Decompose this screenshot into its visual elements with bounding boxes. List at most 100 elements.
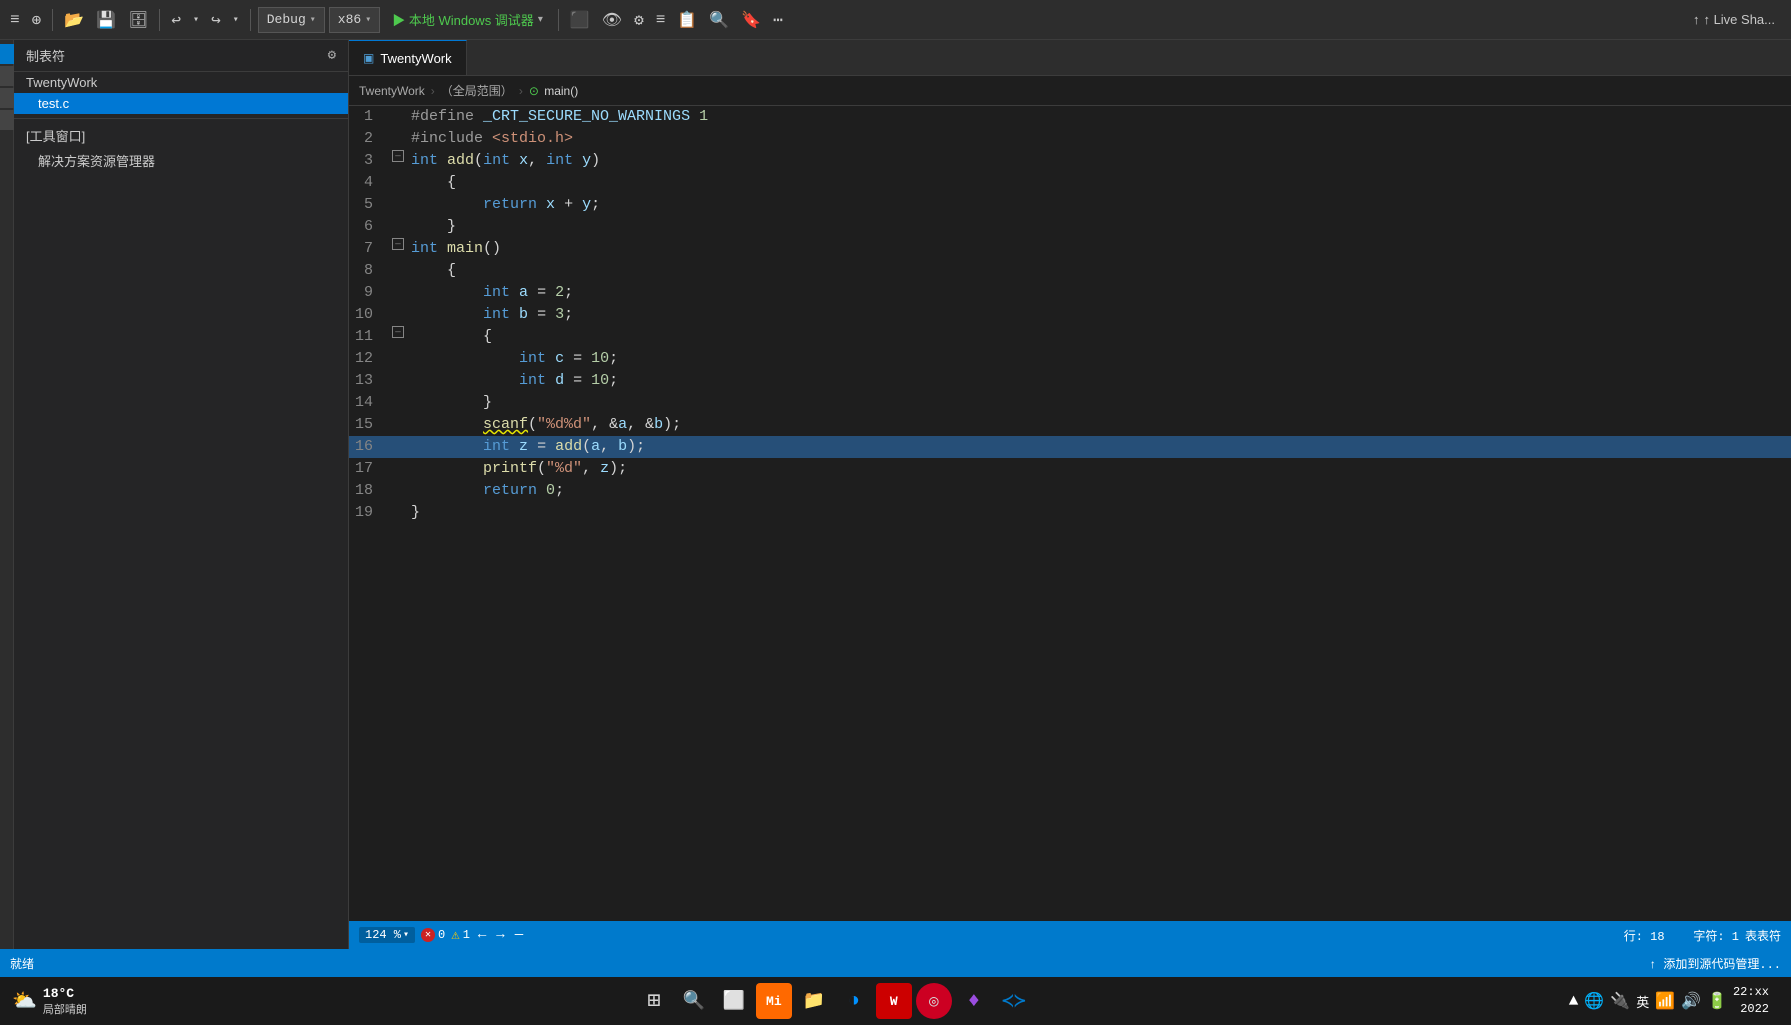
line-gutter-3[interactable]: — — [389, 150, 407, 162]
code-line-8[interactable]: 8 { — [349, 260, 1791, 282]
activity-icon-1[interactable] — [0, 44, 14, 64]
code-line-9[interactable]: 9 int a = 2; — [349, 282, 1791, 304]
sep4 — [558, 9, 559, 31]
redo-icon[interactable]: ↪ — [207, 8, 225, 32]
wps-icon[interactable]: W — [876, 983, 912, 1019]
line-number-18: 18 — [349, 480, 389, 502]
taskbar-lang-label[interactable]: 英 — [1636, 992, 1649, 1011]
nav-extra-btn[interactable]: — — [513, 927, 525, 943]
xiaomi-icon[interactable]: Mi — [756, 983, 792, 1019]
activity-icon-4[interactable] — [0, 110, 14, 130]
file-item-test-c[interactable]: test.c — [14, 93, 348, 114]
taskbar-globe-icon[interactable]: 🌐 — [1584, 991, 1604, 1011]
debug-config-dropdown[interactable]: Debug — [258, 7, 325, 33]
line-gutter-7[interactable]: — — [389, 238, 407, 250]
line-content-15: scanf("%d%d", &a, &b); — [407, 414, 1791, 436]
undo-dropdown-icon[interactable]: ▾ — [189, 12, 203, 28]
line-content-12: int c = 10; — [407, 348, 1791, 370]
code-line-5[interactable]: 5 return x + y; — [349, 194, 1791, 216]
nav-forward-btn[interactable]: → — [494, 927, 506, 943]
tools-window-item[interactable]: [工具窗口] — [14, 123, 348, 148]
code-line-3[interactable]: 3—int add(int x, int y) — [349, 150, 1791, 172]
code-line-1[interactable]: 1#define _CRT_SECURE_NO_WARNINGS 1 — [349, 106, 1791, 128]
code-line-13[interactable]: 13 int d = 10; — [349, 370, 1791, 392]
panel-gear-icon[interactable]: ⚙ — [328, 47, 336, 64]
code-line-2[interactable]: 2#include <stdio.h> — [349, 128, 1791, 150]
code-line-16[interactable]: 16 int z = add(a, b); — [349, 436, 1791, 458]
start-button[interactable]: ⊞ — [636, 983, 672, 1019]
encoding-label[interactable]: 表表符 — [1745, 927, 1781, 944]
code-line-6[interactable]: 6 } — [349, 216, 1791, 238]
search-button[interactable]: 🔍 — [676, 983, 712, 1019]
project-root-item[interactable]: TwentyWork — [14, 72, 348, 93]
breadcrumb-function-label: main() — [544, 84, 578, 98]
activity-icon-3[interactable] — [0, 88, 14, 108]
breadcrumb-project[interactable]: TwentyWork — [359, 84, 425, 98]
output-icon[interactable]: 📋 — [673, 8, 701, 32]
live-share-button[interactable]: ↑ ↑ Live Sha... — [1683, 10, 1785, 29]
line-number-17: 17 — [349, 458, 389, 480]
watch-icon[interactable]: 👁 — [598, 8, 626, 32]
code-line-7[interactable]: 7—int main() — [349, 238, 1791, 260]
menu-icon[interactable]: ≡ — [6, 9, 24, 31]
code-line-17[interactable]: 17 printf("%d", z); — [349, 458, 1791, 480]
row-col-label[interactable]: 行: 18 字符: 1 — [1624, 927, 1739, 944]
line-number-2: 2 — [349, 128, 389, 150]
code-line-18[interactable]: 18 return 0; — [349, 480, 1791, 502]
open-file-icon[interactable]: 📂 — [60, 8, 88, 32]
code-line-12[interactable]: 12 int c = 10; — [349, 348, 1791, 370]
nav-back-btn[interactable]: ← — [476, 927, 488, 943]
platform-dropdown[interactable]: x86 — [329, 7, 380, 33]
run-debugger-button[interactable]: ▶ 本地 Windows 调试器 ▾ — [384, 8, 551, 31]
breadcrumb-scope[interactable]: （全局范围） — [441, 82, 513, 99]
bookmark-icon[interactable]: 🔖 — [737, 8, 765, 32]
zoom-dropdown: ▾ — [403, 929, 409, 941]
code-editor[interactable]: 1#define _CRT_SECURE_NO_WARNINGS 12#incl… — [349, 106, 1791, 921]
taskbar-battery-icon[interactable]: 🔋 — [1707, 991, 1727, 1011]
taskbar-network-icon[interactable]: ▲ — [1569, 992, 1579, 1010]
file-explorer-icon[interactable]: 📁 — [796, 983, 832, 1019]
taskbar-weather[interactable]: ⛅ 18°C 局部晴朗 — [12, 986, 87, 1017]
error-indicator[interactable]: ✕ 0 — [421, 928, 445, 942]
activity-icon-2[interactable] — [0, 66, 14, 86]
save-icon[interactable]: 💾 — [92, 8, 120, 32]
taskview-button[interactable]: ⬜ — [716, 983, 752, 1019]
tab-twentywork[interactable]: ▣ TwentyWork — [349, 40, 467, 75]
add-to-source-btn[interactable]: ↑ 添加到源代码管理... — [1649, 955, 1781, 972]
screenshot-icon[interactable]: ◎ — [916, 983, 952, 1019]
taskbar-wifi-icon[interactable]: 📶 — [1655, 991, 1675, 1011]
more-icon[interactable]: ⋯ — [769, 8, 787, 32]
breakpoints-icon[interactable]: ⬛ — [566, 8, 594, 32]
status-bar: 124 % ▾ ✕ 0 ⚠ 1 ← → — 行: 18 字符: 1 表表符 — [349, 921, 1791, 949]
breadcrumb-function[interactable]: ⊙ main() — [529, 84, 578, 98]
panel-header: 制表符 ⚙ — [14, 40, 348, 72]
row-label: 行: 18 — [1624, 930, 1665, 944]
redo-dropdown-icon[interactable]: ▾ — [229, 12, 243, 28]
callstack-icon[interactable]: ⚙ — [630, 8, 648, 32]
locals-icon[interactable]: ≡ — [652, 9, 670, 31]
line-gutter-11[interactable]: — — [389, 326, 407, 338]
undo-icon[interactable]: ↩ — [167, 8, 185, 32]
tab-icon: ▣ — [363, 51, 374, 65]
code-line-15[interactable]: 15 scanf("%d%d", &a, &b); — [349, 414, 1791, 436]
taskbar-clock[interactable]: 22:xx 2022 — [1733, 984, 1769, 1018]
save-all-icon[interactable]: 🗄 — [124, 8, 152, 32]
edge-icon[interactable]: ◑ — [836, 983, 872, 1019]
code-line-10[interactable]: 10 int b = 3; — [349, 304, 1791, 326]
new-project-icon[interactable]: ⊕ — [28, 8, 46, 32]
taskbar-volume-icon[interactable]: 🔊 — [1681, 991, 1701, 1011]
sep2 — [159, 9, 160, 31]
line-number-15: 15 — [349, 414, 389, 436]
code-line-4[interactable]: 4 { — [349, 172, 1791, 194]
code-line-11[interactable]: 11— { — [349, 326, 1791, 348]
vs-icon[interactable]: ♦ — [956, 983, 992, 1019]
solution-explorer-item[interactable]: 解决方案资源管理器 — [14, 148, 348, 173]
find-icon[interactable]: 🔍 — [705, 8, 733, 32]
vscode-icon[interactable]: ≺≻ — [996, 983, 1032, 1019]
error-icon: ✕ — [421, 928, 435, 942]
code-line-14[interactable]: 14 } — [349, 392, 1791, 414]
warning-indicator[interactable]: ⚠ 1 — [451, 927, 470, 944]
zoom-badge[interactable]: 124 % ▾ — [359, 927, 415, 943]
taskbar-plugin-icon[interactable]: 🔌 — [1610, 991, 1630, 1011]
code-line-19[interactable]: 19} — [349, 502, 1791, 524]
